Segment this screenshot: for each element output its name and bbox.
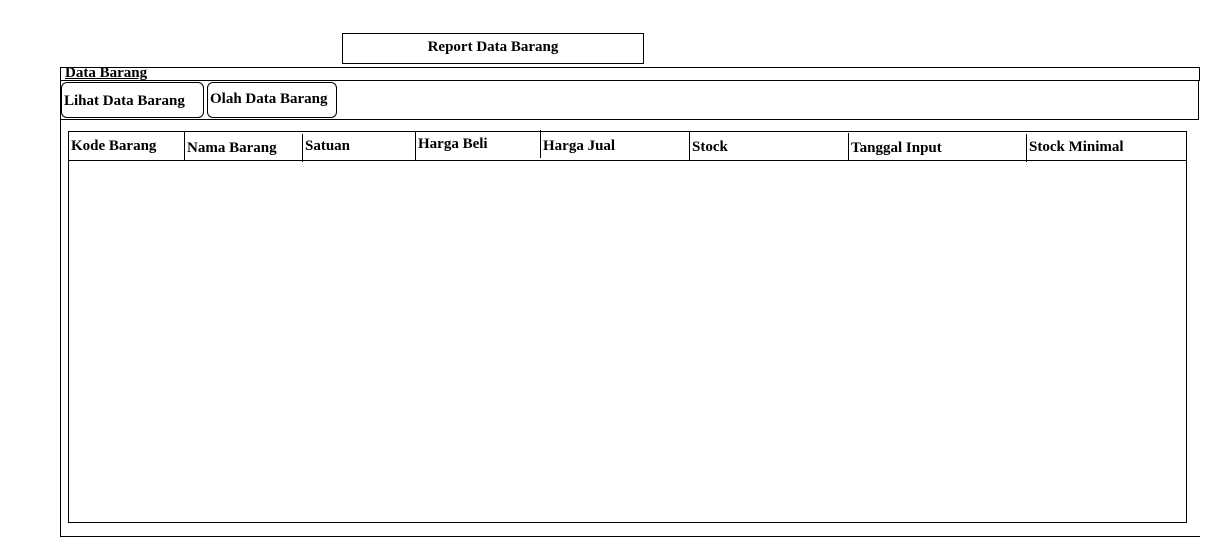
column-header-harga-jual[interactable]: Harga Jual [541,132,690,160]
column-header-stock[interactable]: Stock [690,133,849,161]
column-header-tanggal-input[interactable]: Tanggal Input [849,134,1027,162]
data-barang-table[interactable]: Kode Barang Nama Barang Satuan Harga Bel… [68,130,1187,523]
column-header-stock-minimal[interactable]: Stock Minimal [1027,133,1186,161]
tab-lihat-data-barang[interactable]: Lihat Data Barang [61,82,204,118]
panel-right-edge [1199,67,1200,81]
report-data-barang-button[interactable]: Report Data Barang [342,33,644,64]
tab-olah-data-barang[interactable]: Olah Data Barang [207,82,337,118]
table-header-row: Kode Barang Nama Barang Satuan Harga Bel… [69,130,1186,162]
column-header-satuan[interactable]: Satuan [303,132,416,160]
column-header-nama-barang[interactable]: Nama Barang [185,134,303,162]
column-header-kode-barang[interactable]: Kode Barang [69,132,185,160]
column-header-harga-beli[interactable]: Harga Beli [416,130,541,158]
